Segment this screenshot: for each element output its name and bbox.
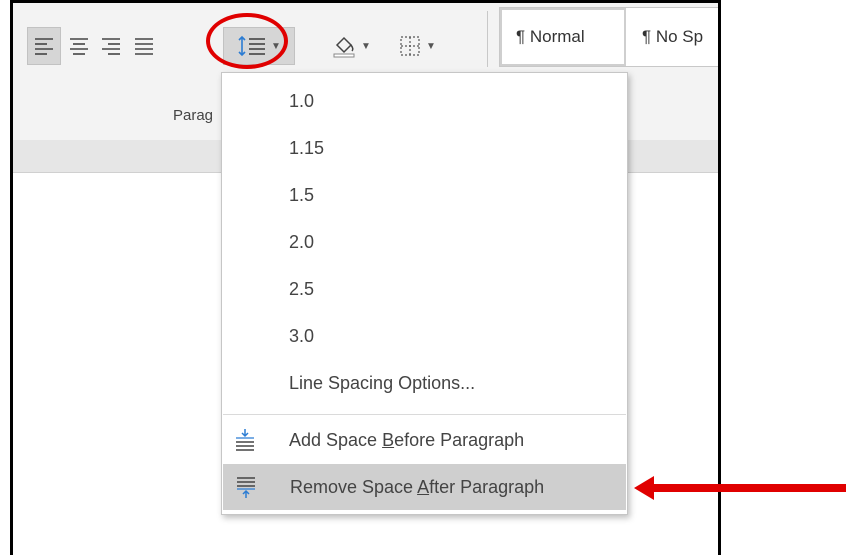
annotation-arrow-icon [634,476,846,500]
align-center-icon [70,38,88,55]
shading-button[interactable]: ▼ [321,27,381,65]
align-left-button[interactable] [27,27,61,65]
menu-item-spacing-2-5[interactable]: 2.5 [222,266,627,312]
annotation-circle [206,13,288,69]
borders-icon [400,36,420,56]
menu-item-spacing-1-0[interactable]: 1.0 [222,78,627,124]
menu-separator [223,414,626,415]
style-no-spacing[interactable]: ¶ No Sp [628,8,718,66]
menu-item-remove-space-after[interactable]: Remove Space After Paragraph [223,464,626,510]
align-right-icon [102,38,120,55]
paint-bucket-icon [333,36,355,58]
align-right-button[interactable] [97,27,125,65]
add-space-before-icon [236,429,254,451]
borders-button[interactable]: ▼ [386,27,448,65]
styles-gallery: ¶ Normal ¶ No Sp [499,7,718,67]
menu-item-line-spacing-options[interactable]: Line Spacing Options... [222,360,627,406]
menu-item-spacing-3-0[interactable]: 3.0 [222,313,627,359]
menu-item-add-space-before[interactable]: Add Space Before Paragraph [222,417,627,463]
paragraph-group-label: Parag [173,107,214,124]
menu-item-spacing-1-15[interactable]: 1.15 [222,125,627,171]
line-spacing-menu: 1.0 1.15 1.5 2.0 2.5 3.0 Line Spacing Op… [221,72,628,515]
chevron-down-icon: ▼ [361,40,371,52]
menu-item-spacing-2-0[interactable]: 2.0 [222,219,627,265]
justify-button[interactable] [129,27,159,65]
justify-icon [135,38,153,55]
align-left-icon [35,38,53,55]
menu-item-spacing-1-5[interactable]: 1.5 [222,172,627,218]
chevron-down-icon: ▼ [426,40,436,52]
align-center-button[interactable] [65,27,93,65]
remove-space-after-icon [237,477,255,498]
style-normal[interactable]: ¶ Normal [500,8,626,66]
group-divider [487,11,488,67]
